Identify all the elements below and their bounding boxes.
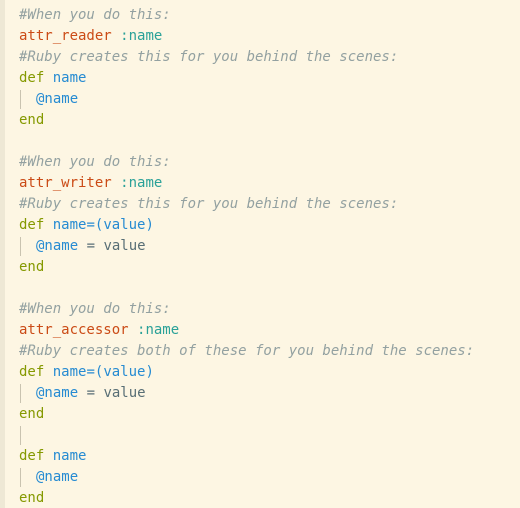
code-line-18: def name=(value): [19, 362, 520, 383]
parameter: value: [103, 217, 146, 233]
method-call: attr_writer: [19, 175, 112, 191]
code-line-19: @name = value: [19, 383, 520, 404]
code-line-4: def name: [19, 68, 520, 89]
code-line-22: def name: [19, 446, 520, 467]
method-name: name=: [52, 217, 95, 233]
paren: ): [145, 217, 154, 233]
code-line-16: attr_accessor :name: [19, 320, 520, 341]
keyword: end: [19, 406, 45, 422]
comment: #Ruby creates this for you behind the sc…: [19, 196, 399, 212]
code-line-15: #When you do this:: [19, 299, 520, 320]
code-line-10: #Ruby creates this for you behind the sc…: [19, 194, 520, 215]
indent-guide: [20, 384, 21, 403]
instance-variable: @name: [36, 385, 79, 401]
symbol: :name: [120, 175, 163, 191]
keyword: def: [19, 448, 45, 464]
symbol: :name: [137, 322, 180, 338]
code-line-11: def name=(value): [19, 215, 520, 236]
symbol: :name: [120, 28, 163, 44]
indent-guide: [20, 468, 21, 487]
comment: #Ruby creates both of these for you behi…: [19, 343, 475, 359]
instance-variable: @name: [36, 469, 79, 485]
code-line-13: end: [19, 257, 520, 278]
comment: #When you do this:: [19, 154, 171, 170]
code-line-17: #Ruby creates both of these for you behi…: [19, 341, 520, 362]
keyword: end: [19, 112, 45, 128]
code-line-12: @name = value: [19, 236, 520, 257]
operator: =: [78, 238, 104, 254]
parameter: value: [103, 364, 146, 380]
comment: #When you do this:: [19, 7, 171, 23]
method-call: attr_accessor: [19, 322, 129, 338]
comment: #Ruby creates this for you behind the sc…: [19, 49, 399, 65]
code-line-2: attr_reader :name: [19, 26, 520, 47]
code-line-9: attr_writer :name: [19, 173, 520, 194]
keyword: def: [19, 364, 45, 380]
instance-variable: @name: [36, 238, 79, 254]
keyword: end: [19, 490, 45, 506]
editor-gutter: [0, 0, 5, 508]
code-editor[interactable]: #When you do this: attr_reader :name #Ru…: [19, 5, 520, 508]
keyword: def: [19, 217, 45, 233]
method-name: name: [52, 70, 87, 86]
variable: value: [103, 385, 146, 401]
code-line-23: @name: [19, 467, 520, 488]
indent-guide: [20, 237, 21, 256]
code-line-21: [19, 425, 520, 446]
method-name: name=: [52, 364, 95, 380]
method-name: name: [52, 448, 87, 464]
code-line-5: @name: [19, 89, 520, 110]
keyword: end: [19, 259, 45, 275]
paren: ): [145, 364, 154, 380]
variable: value: [103, 238, 146, 254]
code-line-20: end: [19, 404, 520, 425]
comment: #When you do this:: [19, 301, 171, 317]
method-call: attr_reader: [19, 28, 112, 44]
operator: =: [78, 385, 104, 401]
code-line-24: end: [19, 488, 520, 508]
code-line-1: #When you do this:: [19, 5, 520, 26]
code-line-8: #When you do this:: [19, 152, 520, 173]
code-line-6: end: [19, 110, 520, 131]
keyword: def: [19, 70, 45, 86]
instance-variable: @name: [36, 91, 79, 107]
code-line-3: #Ruby creates this for you behind the sc…: [19, 47, 520, 68]
indent-guide: [20, 426, 21, 445]
indent-guide: [20, 90, 21, 109]
